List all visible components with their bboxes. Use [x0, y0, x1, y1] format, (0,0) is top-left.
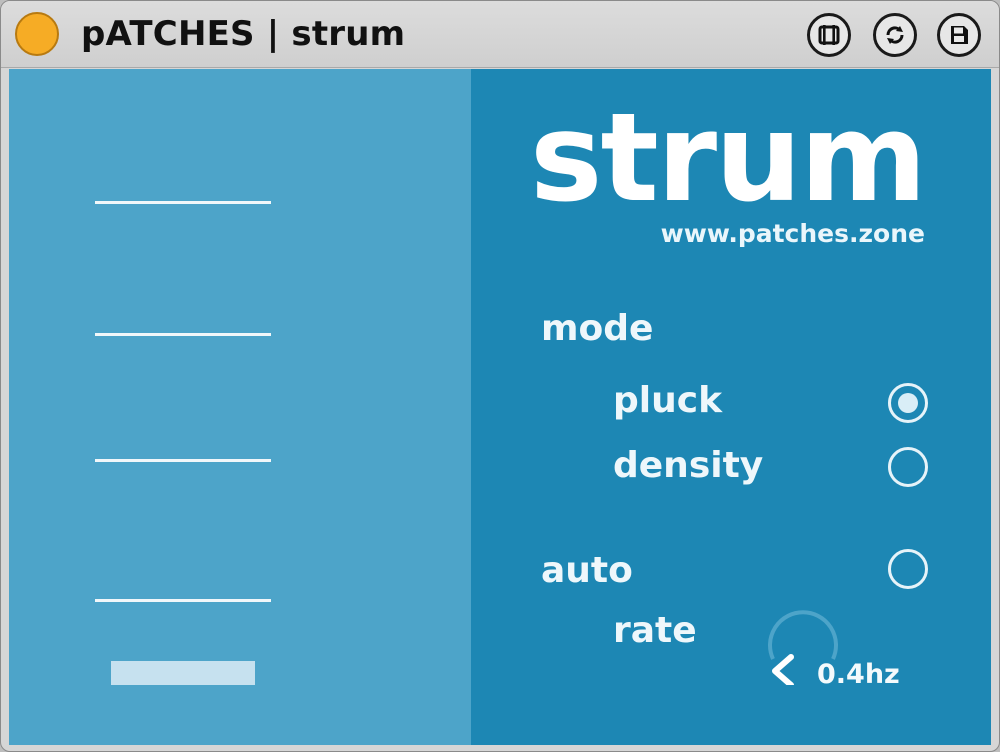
- string-line-3: [95, 459, 271, 462]
- density-radio[interactable]: [888, 447, 928, 487]
- option-label-pluck: pluck: [613, 380, 723, 421]
- save-button[interactable]: [937, 13, 981, 57]
- device-panel: strum www.patches.zone mode pluck densit…: [9, 69, 991, 745]
- refresh-icon: [886, 26, 904, 44]
- dial-pointer-icon: [772, 654, 794, 685]
- film-icon: [818, 25, 840, 45]
- film-button[interactable]: [807, 13, 851, 57]
- dial-track: [768, 610, 838, 660]
- save-icon: [951, 26, 968, 44]
- strum-visualizer[interactable]: [9, 69, 471, 745]
- rate-label: rate: [613, 610, 697, 651]
- window-title: pATCHES | strum: [81, 14, 406, 54]
- strum-position-bar[interactable]: [111, 661, 255, 685]
- title-bar: pATCHES | strum: [1, 1, 999, 68]
- string-line-4: [95, 599, 271, 602]
- status-dot-icon[interactable]: [15, 12, 59, 56]
- device-logo: strum: [529, 87, 927, 229]
- string-line-2: [95, 333, 271, 336]
- pluck-radio[interactable]: [888, 383, 928, 423]
- option-label-density: density: [613, 445, 764, 486]
- refresh-button[interactable]: [873, 13, 917, 57]
- auto-label: auto: [541, 550, 633, 591]
- string-line-1: [95, 201, 271, 204]
- controls-panel: strum www.patches.zone mode pluck densit…: [471, 69, 991, 745]
- device-window: pATCHES | strum strum www.patches.zone m…: [0, 0, 1000, 752]
- website-url: www.patches.zone: [660, 219, 925, 248]
- auto-toggle[interactable]: [888, 549, 928, 589]
- rate-value: 0.4hz: [817, 659, 900, 690]
- mode-label: mode: [541, 308, 654, 349]
